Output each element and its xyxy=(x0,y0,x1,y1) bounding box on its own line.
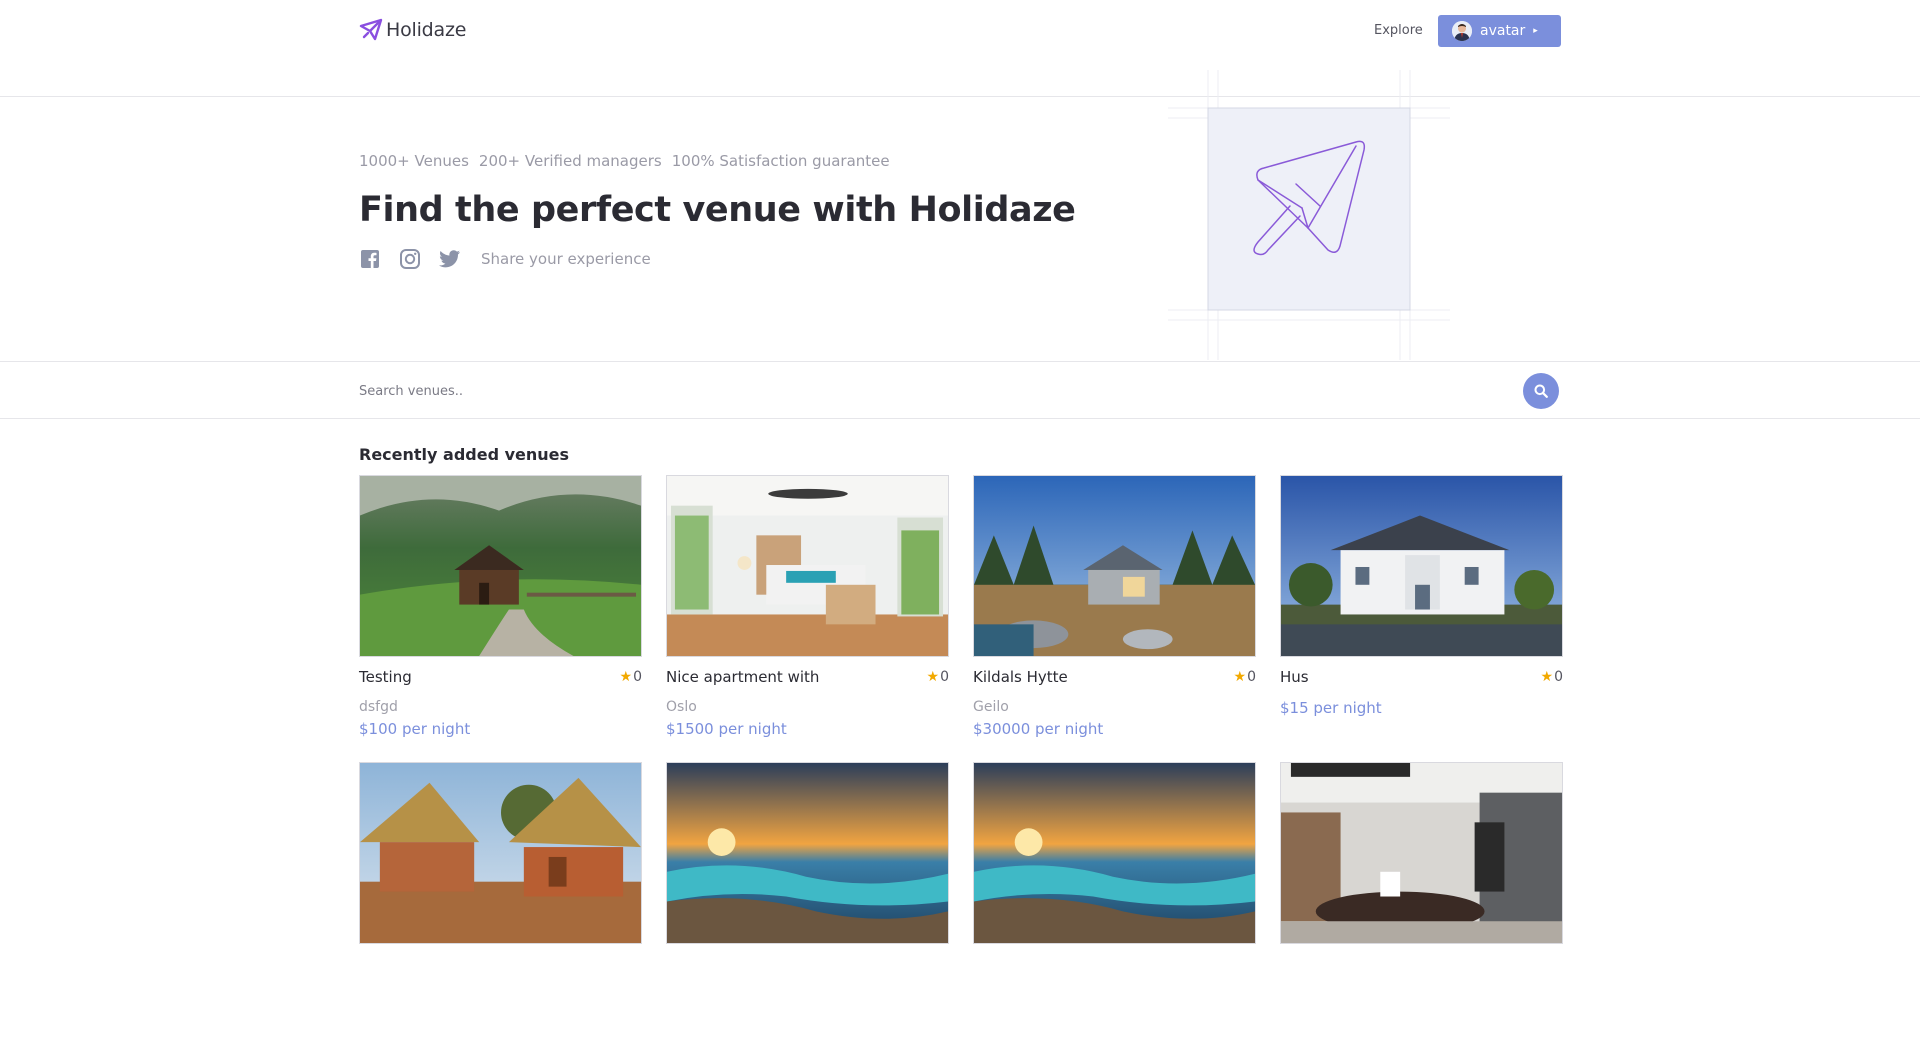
venue-price: $30000 per night xyxy=(973,720,1104,738)
search-icon xyxy=(1534,384,1548,398)
rating-value: 0 xyxy=(1554,669,1563,685)
venue-image xyxy=(973,762,1256,944)
share-text: Share your experience xyxy=(481,250,651,268)
hero-title: Find the perfect venue with Holidaze xyxy=(359,190,1076,230)
avatar xyxy=(1452,21,1472,41)
stats-row: 1000+ Venues 200+ Verified managers 100%… xyxy=(359,152,890,170)
venue-rating: ★ 0 xyxy=(927,669,949,685)
rating-value: 0 xyxy=(940,669,949,685)
venue-location: Oslo xyxy=(666,699,697,715)
star-icon: ★ xyxy=(1233,669,1247,685)
venue-card[interactable]: Hus ★ 0 $15 per night xyxy=(1280,475,1563,762)
venue-card[interactable]: Kildals Hytte ★ 0 Geilo $30000 per night xyxy=(973,475,1256,762)
hero-illustration xyxy=(1168,70,1450,360)
star-icon: ★ xyxy=(619,669,633,685)
venue-card[interactable]: Testing ★ 0 dsfgd $100 per night xyxy=(359,475,642,762)
user-menu-label: avatar xyxy=(1480,23,1526,39)
nav-explore-link[interactable]: Explore xyxy=(1374,23,1423,38)
search-button[interactable] xyxy=(1523,373,1559,409)
venue-name: Testing xyxy=(359,668,412,686)
venue-location: Geilo xyxy=(973,699,1009,715)
stat-satisfaction: 100% Satisfaction guarantee xyxy=(671,152,890,170)
venue-name: Hus xyxy=(1280,668,1309,686)
venue-image xyxy=(1280,475,1563,657)
venue-card[interactable] xyxy=(1280,762,1563,1049)
venue-name: Nice apartment with xyxy=(666,668,820,686)
brand-name: Holidaze xyxy=(386,19,467,41)
brand-logo[interactable]: Holidaze xyxy=(359,18,466,42)
venue-card[interactable] xyxy=(359,762,642,1049)
venue-image xyxy=(973,475,1256,657)
venue-grid: Testing ★ 0 dsfgd $100 per night Nice ap… xyxy=(359,475,1563,1049)
venue-rating: ★ 0 xyxy=(620,669,642,685)
venue-image xyxy=(359,762,642,944)
section-title: Recently added venues xyxy=(359,445,570,464)
stat-managers: 200+ Verified managers xyxy=(478,152,662,170)
venue-name: Kildals Hytte xyxy=(973,668,1068,686)
venue-card[interactable] xyxy=(666,762,949,1049)
hero-section: 1000+ Venues 200+ Verified managers 100%… xyxy=(0,70,1920,362)
venue-card[interactable]: Nice apartment with ★ 0 Oslo $1500 per ni… xyxy=(666,475,949,762)
venue-image xyxy=(666,762,949,944)
twitter-icon[interactable] xyxy=(439,248,461,270)
venue-rating: ★ 0 xyxy=(1541,669,1563,685)
search-input[interactable] xyxy=(359,376,1519,406)
instagram-icon[interactable] xyxy=(399,248,421,270)
social-links: Share your experience xyxy=(359,248,651,270)
site-header: Holidaze Explore avatar ▸ xyxy=(0,0,1920,97)
venue-location: dsfgd xyxy=(359,699,398,715)
venue-card[interactable] xyxy=(973,762,1256,1049)
star-icon: ★ xyxy=(926,669,940,685)
facebook-icon[interactable] xyxy=(359,248,381,270)
rating-value: 0 xyxy=(1247,669,1256,685)
venue-image xyxy=(1280,762,1563,944)
stat-venues: 1000+ Venues xyxy=(359,152,469,170)
search-bar xyxy=(0,363,1920,419)
rating-value: 0 xyxy=(633,669,642,685)
user-menu-button[interactable]: avatar ▸ xyxy=(1438,15,1561,47)
venue-image xyxy=(666,475,949,657)
star-icon: ★ xyxy=(1540,669,1554,685)
venue-rating: ★ 0 xyxy=(1234,669,1256,685)
venue-price: $15 per night xyxy=(1280,699,1382,717)
venue-image xyxy=(359,475,642,657)
paper-plane-icon xyxy=(359,18,383,41)
caret-right-icon: ▸ xyxy=(1533,26,1538,36)
venue-price: $100 per night xyxy=(359,720,471,738)
venue-price: $1500 per night xyxy=(666,720,787,738)
